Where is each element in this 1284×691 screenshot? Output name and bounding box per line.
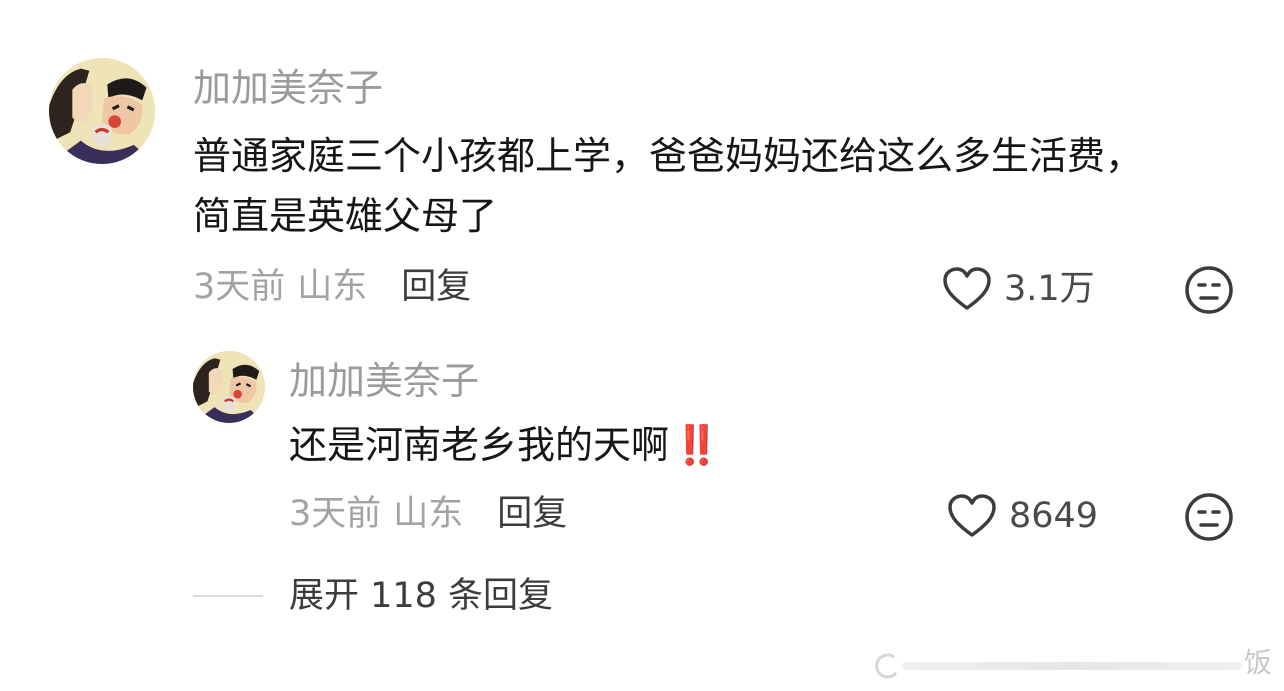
reply-text-row: 还是河南老乡我的天啊 ‼️ bbox=[289, 419, 720, 472]
reply-like-count: 8649 bbox=[1009, 495, 1099, 536]
reply-avatar[interactable] bbox=[193, 351, 265, 423]
comment-meta: 3天前 山东 回复 bbox=[193, 270, 471, 305]
comment-username[interactable]: 加加美奈子 bbox=[193, 69, 383, 107]
reply-location: 山东 bbox=[393, 494, 464, 534]
heart-icon bbox=[947, 493, 997, 539]
watermark: 饭 bbox=[872, 645, 1284, 685]
comment-location: 山东 bbox=[297, 267, 368, 307]
watermark-logo-icon bbox=[875, 653, 898, 679]
comment-like-count: 3.1万 bbox=[1004, 268, 1095, 309]
avatar-illustration bbox=[49, 58, 155, 164]
reply-reply-button[interactable]: 回复 bbox=[497, 497, 567, 532]
comment-time: 3天前 bbox=[193, 267, 286, 307]
comment-reply-button[interactable]: 回复 bbox=[401, 270, 471, 305]
avatar[interactable] bbox=[49, 58, 155, 164]
watermark-bar bbox=[902, 662, 1242, 670]
expand-replies-button[interactable]: 展开 118 条回复 bbox=[289, 579, 553, 614]
double-exclamation-emoji: ‼️ bbox=[673, 423, 721, 467]
comment-text-line-2: 简直是英雄父母了 bbox=[193, 194, 498, 238]
reply-meta: 3天前 山东 回复 bbox=[289, 497, 567, 532]
heart-icon bbox=[942, 266, 992, 312]
reply-text: 还是河南老乡我的天啊 bbox=[289, 423, 670, 467]
meh-face-icon[interactable] bbox=[1184, 492, 1234, 542]
comment-like-button[interactable]: 3.1万 bbox=[942, 266, 1095, 312]
reply-username[interactable]: 加加美奈子 bbox=[289, 362, 479, 400]
meh-face-icon[interactable] bbox=[1184, 265, 1234, 315]
reply-like-button[interactable]: 8649 bbox=[947, 493, 1098, 539]
comment-text-line-1: 普通家庭三个小孩都上学，爸爸妈妈还给这么多生活费， bbox=[193, 134, 1144, 178]
reply-time: 3天前 bbox=[289, 494, 382, 534]
expand-divider bbox=[193, 595, 263, 597]
avatar-illustration bbox=[193, 351, 265, 423]
watermark-text: 饭 bbox=[1244, 646, 1273, 679]
